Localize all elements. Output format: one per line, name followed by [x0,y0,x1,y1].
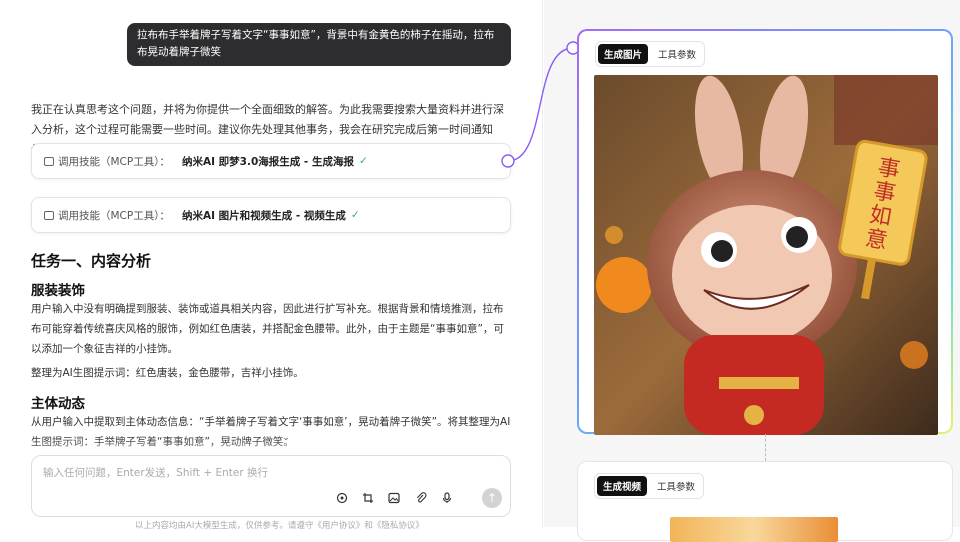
generated-image-card[interactable]: 生成图片 工具参数 事 事 如 意 [577,29,953,435]
tab-tool-params[interactable]: 工具参数 [652,44,702,64]
svg-text:意: 意 [863,226,889,254]
generated-image[interactable]: 事 事 如 意 [594,75,938,435]
tab-generate-video[interactable]: 生成视频 [597,476,648,496]
connector-dash [765,434,766,461]
video-thumbnail[interactable] [670,517,838,542]
tab-tool-params[interactable]: 工具参数 [651,476,701,496]
video-card-tabs: 生成视频 工具参数 [594,473,705,499]
generated-video-card[interactable]: 生成视频 工具参数 [577,461,953,542]
image-card-tabs: 生成图片 工具参数 [595,41,706,67]
tab-generate-image[interactable]: 生成图片 [598,44,649,64]
